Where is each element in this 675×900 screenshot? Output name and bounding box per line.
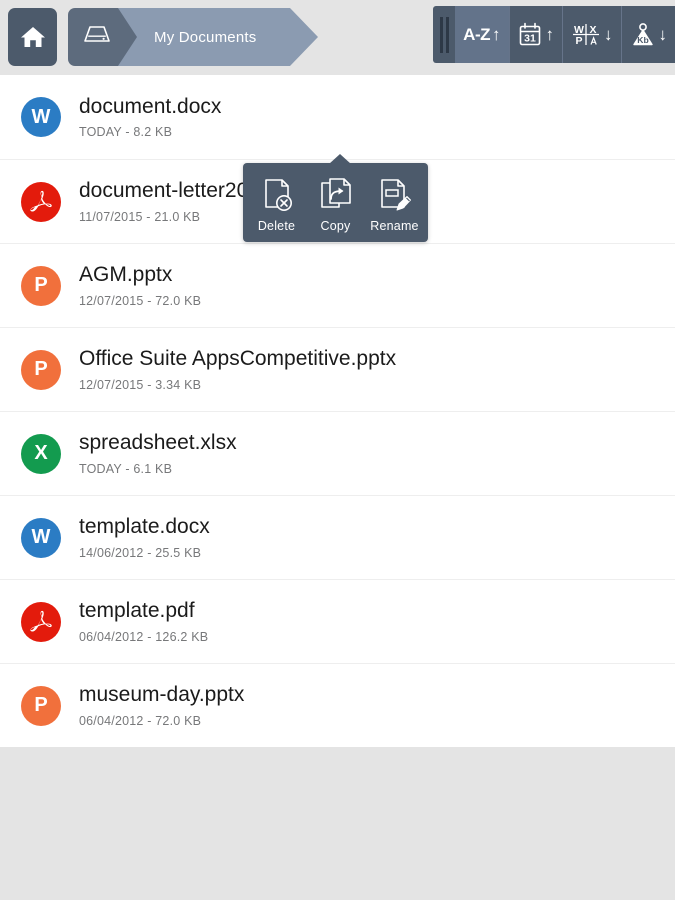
sort-by-type-button[interactable]: W X P ↓	[562, 6, 621, 63]
drag-handle-icon[interactable]	[433, 6, 455, 63]
file-text: Office Suite AppsCompetitive.pptx 12/07/2…	[79, 347, 396, 391]
sort-by-name-button[interactable]: A-Z ↑	[455, 6, 509, 63]
file-name: document.docx	[79, 94, 222, 118]
breadcrumb: My Documents	[68, 8, 319, 66]
svg-text:X: X	[589, 24, 596, 36]
calendar-31-icon: 31	[518, 22, 542, 47]
docx-file-icon: W	[21, 97, 61, 137]
sort-toolbar: A-Z ↑ 31 ↑ W X P ↓ Kb ↓	[433, 6, 675, 63]
home-button[interactable]	[8, 8, 57, 66]
context-menu-item-copy[interactable]: Copy	[306, 169, 365, 238]
pptx-file-icon: P	[21, 265, 61, 306]
svg-text:Kb: Kb	[637, 35, 648, 45]
page-background-filler	[0, 747, 675, 900]
breadcrumb-root[interactable]	[68, 8, 137, 66]
sort-descending-arrow-icon: ↓	[604, 25, 613, 44]
file-row[interactable]: Pmuseum-day.pptx 06/04/2012 - 72.0 KB	[0, 663, 675, 747]
file-meta: 14/06/2012 - 25.5 KB	[79, 545, 202, 560]
file-row[interactable]: Wtemplate.docx 14/06/2012 - 25.5 KB	[0, 495, 675, 579]
sort-by-date-button[interactable]: 31 ↑	[508, 6, 563, 63]
storage-drive-icon	[82, 24, 112, 50]
file-row[interactable]: Xspreadsheet.xlsx TODAY - 6.1 KB	[0, 411, 675, 495]
file-text: template.pdf 06/04/2012 - 126.2 KB	[79, 599, 208, 643]
file-meta: TODAY - 8.2 KB	[79, 125, 173, 140]
docx-file-icon: W	[21, 517, 61, 558]
file-meta: 12/07/2015 - 3.34 KB	[79, 377, 202, 392]
file-row[interactable]: Wdocument.docx TODAY - 8.2 KB	[0, 75, 675, 159]
file-text: AGM.pptx 12/07/2015 - 72.0 KB	[79, 263, 201, 307]
sort-ascending-arrow-icon: ↑	[492, 25, 501, 44]
xlsx-file-icon: X	[21, 433, 61, 474]
sort-ascending-arrow-icon: ↑	[545, 25, 555, 44]
sort-by-name-label: A-Z	[463, 24, 490, 44]
file-name: Office Suite AppsCompetitive.pptx	[79, 347, 397, 371]
file-text: document.docx TODAY - 8.2 KB	[79, 95, 221, 139]
context-menu-item-copy-label: Copy	[320, 219, 351, 233]
file-types-wxpa-icon: W X P	[571, 21, 601, 48]
file-meta: 06/04/2012 - 126.2 KB	[79, 629, 209, 644]
svg-text:P: P	[575, 35, 582, 47]
file-rename-icon	[377, 177, 413, 213]
file-text: template.docx 14/06/2012 - 25.5 KB	[79, 515, 210, 559]
context-menu-item-delete-label: Delete	[257, 219, 296, 233]
file-row[interactable]: P AGM.pptx 12/07/2015 - 72.0 KB	[0, 243, 675, 327]
context-menu-item-delete[interactable]: Delete	[247, 169, 306, 238]
file-text: spreadsheet.xlsx TODAY - 6.1 KB	[79, 431, 237, 475]
context-menu-pointer	[329, 154, 351, 164]
file-meta: 06/04/2012 - 72.0 KB	[79, 713, 202, 728]
file-text: museum-day.pptx 06/04/2012 - 72.0 KB	[79, 683, 244, 727]
file-meta: 12/07/2015 - 72.0 KB	[79, 293, 202, 308]
svg-text:31: 31	[524, 33, 536, 45]
sort-by-size-button[interactable]: Kb ↓	[620, 6, 675, 63]
pptx-file-icon: P	[21, 685, 61, 726]
file-name: template.docx	[79, 515, 210, 539]
file-name: template.pdf	[79, 599, 195, 623]
file-name: museum-day.pptx	[79, 683, 245, 707]
file-name: spreadsheet.xlsx	[79, 431, 237, 455]
file-row[interactable]: P Office Suite AppsCompetitive.pptx 12/07/…	[0, 327, 675, 411]
pdf-file-icon	[21, 601, 61, 642]
sort-descending-arrow-icon: ↓	[658, 25, 668, 44]
file-copy-icon	[318, 177, 354, 213]
file-name: AGM.pptx	[79, 263, 173, 287]
file-delete-icon	[260, 177, 294, 213]
pptx-file-icon: P	[21, 349, 61, 390]
context-menu-item-rename[interactable]: Rename	[365, 169, 424, 238]
file-row[interactable]: template.pdf 06/04/2012 - 126.2 KB	[0, 579, 675, 663]
file-context-menu: Delete Copy Rename	[243, 154, 428, 242]
breadcrumb-current-label: My Documents	[154, 28, 257, 46]
home-icon	[20, 25, 46, 49]
file-meta: TODAY - 6.1 KB	[79, 461, 173, 476]
context-menu-item-rename-label: Rename	[370, 219, 419, 233]
breadcrumb-item-my-documents[interactable]: My Documents	[118, 8, 319, 66]
app-header: My Documents A-Z ↑ 31 ↑ W X P ↓ Kb ↓	[0, 0, 675, 75]
weight-kb-icon: Kb	[630, 22, 656, 48]
pdf-file-icon	[21, 181, 61, 222]
